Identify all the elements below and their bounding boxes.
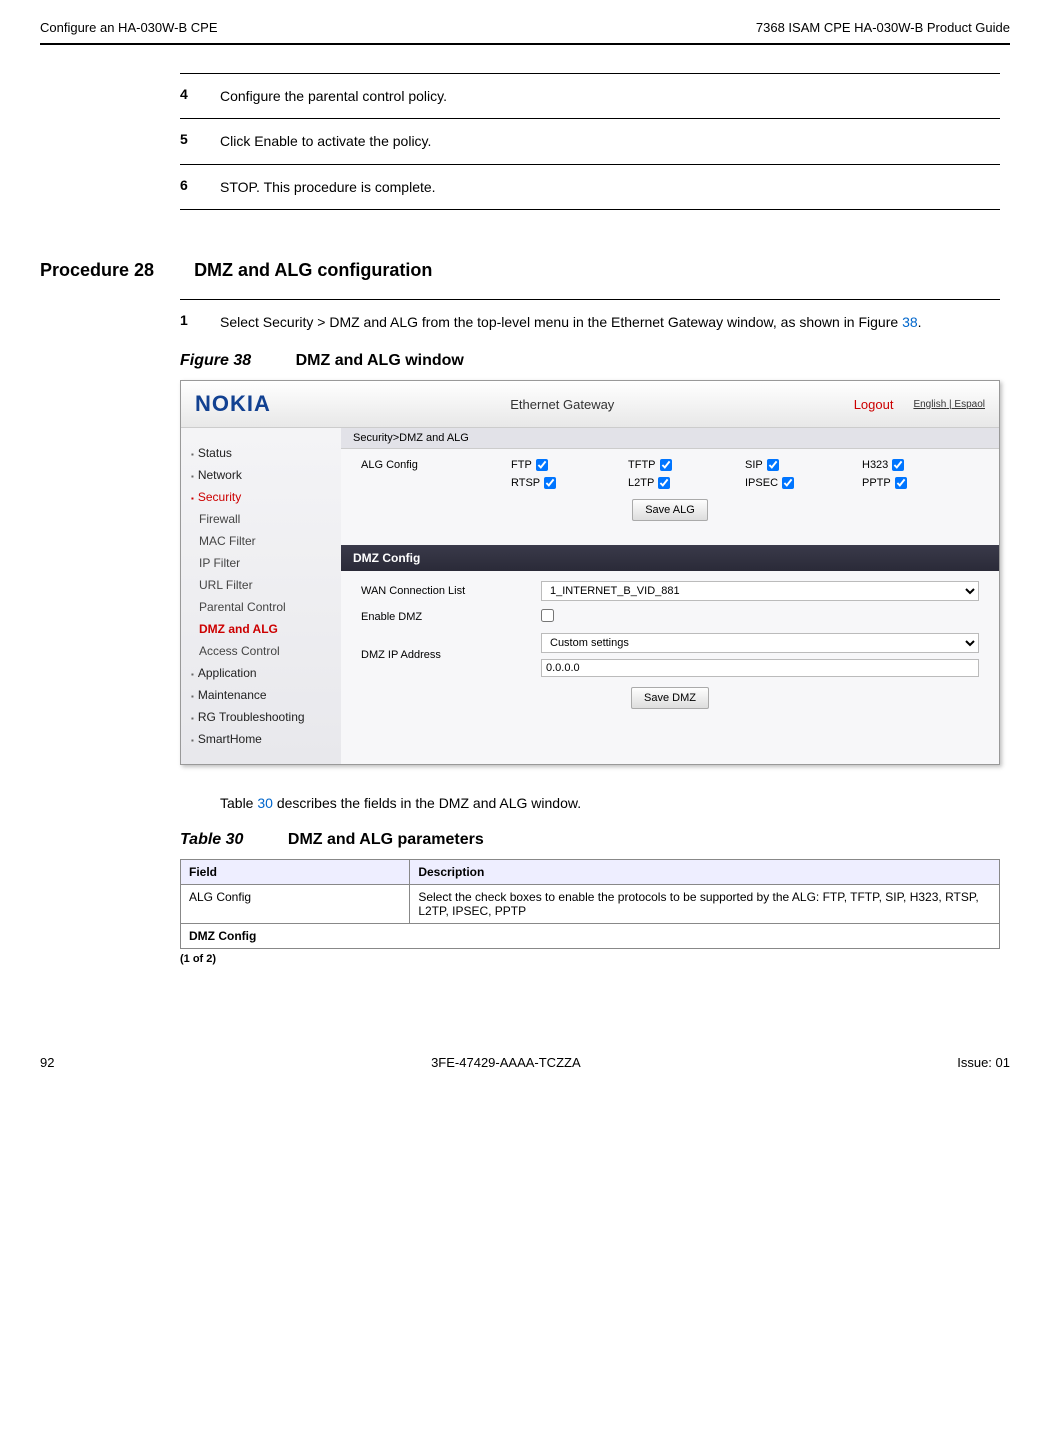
checkbox-ftp[interactable]	[536, 459, 548, 471]
label-ipsec: IPSEC	[745, 477, 778, 489]
screenshot-figure: NOKIA Ethernet Gateway Logout English | …	[180, 380, 1000, 765]
sidebar-item-rg[interactable]: RG Troubleshooting	[181, 706, 341, 728]
rule	[180, 209, 1000, 210]
alg-heading: ALG Config	[361, 459, 511, 471]
sidebar-item-security[interactable]: Security	[181, 486, 341, 508]
cell-desc: Select the check boxes to enable the pro…	[410, 885, 1000, 924]
sidebar-item-url-filter[interactable]: URL Filter	[181, 574, 341, 596]
table-link[interactable]: 30	[257, 795, 273, 811]
cell-field: ALG Config	[181, 885, 410, 924]
label-ftp: FTP	[511, 459, 532, 471]
sidebar-item-firewall[interactable]: Firewall	[181, 508, 341, 530]
lang-english[interactable]: English	[913, 399, 946, 410]
figure-link[interactable]: 38	[902, 314, 918, 330]
step-num: 4	[180, 86, 220, 106]
dmz-section-bar: DMZ Config	[341, 545, 999, 571]
checkbox-ipsec[interactable]	[782, 477, 794, 489]
sidebar-item-mac-filter[interactable]: MAC Filter	[181, 530, 341, 552]
sidebar-item-access[interactable]: Access Control	[181, 640, 341, 662]
step-1: 1 Select Security > DMZ and ALG from the…	[180, 306, 1000, 338]
header-right: 7368 ISAM CPE HA-030W-B Product Guide	[756, 20, 1010, 35]
th-description: Description	[410, 860, 1000, 885]
lang-espanol[interactable]: Espaol	[954, 399, 985, 410]
wan-label: WAN Connection List	[361, 585, 541, 597]
text: Table	[220, 795, 257, 811]
header-rule	[40, 43, 1010, 45]
text: Select Security > DMZ and ALG from the t…	[220, 314, 902, 330]
header-left: Configure an HA-030W-B CPE	[40, 20, 218, 35]
dmz-ip-select[interactable]: Custom settings	[541, 633, 979, 653]
text: .	[918, 314, 922, 330]
breadcrumb: Security>DMZ and ALG	[341, 428, 999, 449]
checkbox-h323[interactable]	[892, 459, 904, 471]
sidebar-item-network[interactable]: Network	[181, 464, 341, 486]
checkbox-l2tp[interactable]	[658, 477, 670, 489]
step-text: Configure the parental control policy.	[220, 86, 1000, 106]
table-row: DMZ Config	[181, 924, 1000, 949]
procedure-label: Procedure 28	[40, 260, 154, 281]
figure-title: DMZ and ALG window	[296, 352, 464, 369]
rule	[180, 118, 1000, 119]
th-field: Field	[181, 860, 410, 885]
sidebar-item-smarthome[interactable]: SmartHome	[181, 728, 341, 750]
enable-dmz-checkbox[interactable]	[541, 609, 554, 622]
step-4: 4 Configure the parental control policy.	[180, 80, 1000, 112]
page-number: 92	[40, 1055, 54, 1070]
doc-id: 3FE-47429-AAAA-TCZZA	[431, 1055, 581, 1070]
issue: Issue: 01	[957, 1055, 1010, 1070]
rule	[180, 73, 1000, 74]
dmz-ip-label: DMZ IP Address	[361, 649, 541, 661]
table-row: ALG Config Select the check boxes to ena…	[181, 885, 1000, 924]
checkbox-pptp[interactable]	[895, 477, 907, 489]
step-text: Click Enable to activate the policy.	[220, 131, 1000, 151]
step-text: Select Security > DMZ and ALG from the t…	[220, 312, 1000, 332]
logo: NOKIA	[195, 391, 271, 417]
procedure-title: DMZ and ALG configuration	[194, 260, 432, 281]
sidebar-item-parental[interactable]: Parental Control	[181, 596, 341, 618]
rule	[180, 299, 1000, 300]
step-num: 5	[180, 131, 220, 151]
table-title: DMZ and ALG parameters	[288, 831, 484, 848]
label-rtsp: RTSP	[511, 477, 540, 489]
dmz-ip-input[interactable]	[541, 659, 979, 677]
param-table: Field Description ALG Config Select the …	[180, 859, 1000, 949]
checkbox-tftp[interactable]	[660, 459, 672, 471]
wan-select[interactable]: 1_INTERNET_B_VID_881	[541, 581, 979, 601]
label-pptp: PPTP	[862, 477, 891, 489]
sidebar-item-application[interactable]: Application	[181, 662, 341, 684]
table-pager: (1 of 2)	[180, 953, 1000, 965]
save-alg-button[interactable]: Save ALG	[632, 499, 708, 521]
rule	[180, 164, 1000, 165]
step-num: 1	[180, 312, 220, 332]
checkbox-rtsp[interactable]	[544, 477, 556, 489]
enable-dmz-label: Enable DMZ	[361, 611, 541, 623]
label-sip: SIP	[745, 459, 763, 471]
label-l2tp: L2TP	[628, 477, 654, 489]
sidebar-item-status[interactable]: Status	[181, 442, 341, 464]
step-text: STOP. This procedure is complete.	[220, 177, 1000, 197]
app-title: Ethernet Gateway	[271, 397, 854, 412]
save-dmz-button[interactable]: Save DMZ	[631, 687, 709, 709]
figure-label: Figure 38	[180, 352, 251, 369]
checkbox-sip[interactable]	[767, 459, 779, 471]
step-6: 6 STOP. This procedure is complete.	[180, 171, 1000, 203]
sidebar-item-maintenance[interactable]: Maintenance	[181, 684, 341, 706]
sidebar-item-ip-filter[interactable]: IP Filter	[181, 552, 341, 574]
sidebar: Status Network Security Firewall MAC Fil…	[181, 428, 341, 764]
text: describes the fields in the DMZ and ALG …	[273, 795, 581, 811]
cell-span: DMZ Config	[181, 924, 1000, 949]
label-tftp: TFTP	[628, 459, 656, 471]
sidebar-item-dmz-alg[interactable]: DMZ and ALG	[181, 618, 341, 640]
label-h323: H323	[862, 459, 888, 471]
step-num: 6	[180, 177, 220, 197]
step-5: 5 Click Enable to activate the policy.	[180, 125, 1000, 157]
logout-link[interactable]: Logout	[854, 397, 894, 412]
table-intro: Table 30 describes the fields in the DMZ…	[220, 795, 1000, 811]
table-label: Table 30	[180, 831, 243, 848]
